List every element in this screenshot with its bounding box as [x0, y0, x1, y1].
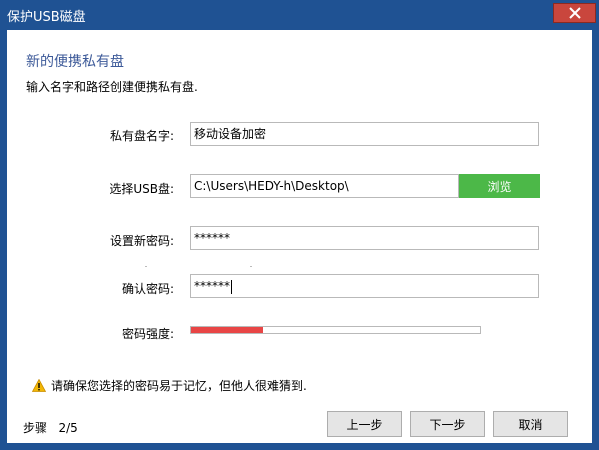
warning-text: 请确保您选择的密码易于记忆，但他人很难猜到. [51, 379, 307, 393]
cancel-button[interactable]: 取消 [493, 411, 568, 437]
name-label: 私有盘名字: [109, 129, 174, 143]
new-password-input[interactable]: ****** [190, 226, 539, 250]
text-caret [231, 279, 232, 294]
previous-button[interactable]: 上一步 [327, 411, 402, 437]
strength-label: 密码强度: [121, 327, 174, 341]
divider-dot [250, 266, 252, 267]
close-icon [568, 7, 581, 19]
warning-icon [32, 379, 46, 392]
close-button[interactable] [553, 3, 596, 23]
title-bar[interactable]: 保护USB磁盘 [0, 0, 599, 30]
confirm-password-value: ****** [194, 279, 230, 293]
disk-name-input[interactable]: 移动设备加密 [190, 122, 539, 146]
browse-button[interactable]: 浏览 [459, 174, 540, 198]
divider-dot [145, 266, 147, 267]
usb-path-input[interactable]: C:\Users\HEDY-h\Desktop\ [190, 174, 459, 198]
warning-message: 请确保您选择的密码易于记忆，但他人很难猜到. [32, 377, 307, 394]
page-subheading: 输入名字和路径创建便携私有盘. [26, 80, 198, 94]
confirm-password-input[interactable]: ****** [190, 274, 539, 298]
page-heading: 新的便携私有盘 [26, 54, 124, 70]
dialog-window: 保护USB磁盘 新的便携私有盘 输入名字和路径创建便携私有盘. 私有盘名字: 移… [0, 0, 599, 450]
new-password-label: 设置新密码: [109, 234, 174, 248]
password-strength-bar [190, 326, 481, 334]
password-strength-fill [191, 327, 264, 333]
usb-label: 选择USB盘: [109, 182, 174, 196]
window-title: 保护USB磁盘 [7, 10, 86, 25]
confirm-password-label: 确认密码: [121, 282, 174, 296]
step-indicator: 步骤 2/5 [23, 421, 78, 435]
next-button[interactable]: 下一步 [410, 411, 485, 437]
